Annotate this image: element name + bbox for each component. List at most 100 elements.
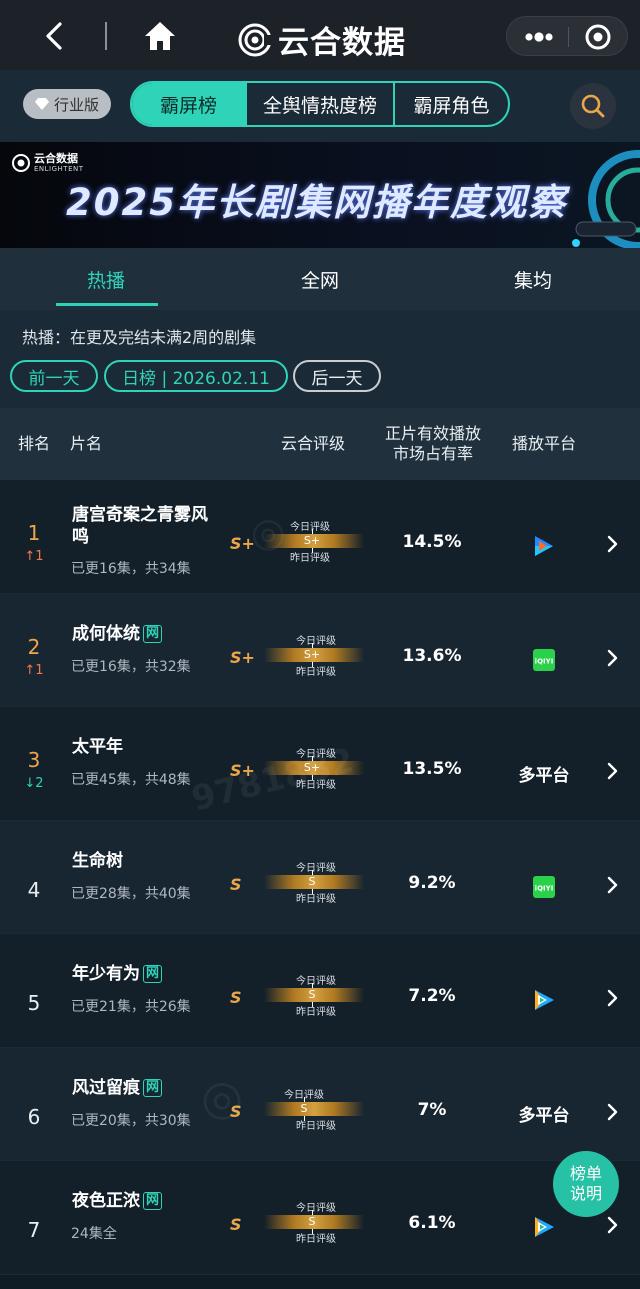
drama-title-text: 夜色正浓	[72, 1191, 140, 1211]
chevron-right-icon[interactable]	[604, 534, 620, 554]
rank-number: 2	[27, 634, 41, 659]
more-icon[interactable]	[515, 23, 563, 51]
drama-title: 风过留痕网	[72, 1077, 212, 1099]
chevron-right-icon[interactable]	[604, 1215, 620, 1235]
chevron-right-icon[interactable]	[604, 648, 620, 668]
ranking-list: 1 ↑1 唐宫奇案之青雾风鸣 已更16集，共34集 S+ 今日评级 S+ 昨日评级 14…	[0, 480, 640, 1275]
gauge-bar	[264, 1101, 364, 1116]
banner-ring-graphic	[572, 150, 640, 248]
rating-grade: S	[230, 988, 242, 1007]
rating-grade: S	[230, 1215, 242, 1234]
rank-number: 6	[27, 1104, 41, 1129]
capsule-divider	[568, 27, 569, 47]
chevron-right-icon[interactable]	[604, 761, 620, 781]
edition-badge[interactable]: 行业版	[23, 89, 111, 119]
svg-text:iQIYI: iQIYI	[535, 884, 554, 892]
platform-cell: iQIYI	[504, 872, 584, 902]
market-share: 14.5%	[402, 532, 462, 552]
annual-report-banner[interactable]: 云合数据 ENLIGHTENT 2025年长剧集网播年度观察	[0, 142, 640, 248]
web-drama-badge: 网	[143, 1078, 163, 1097]
next-day-button[interactable]: 后一天	[293, 360, 381, 392]
date-filter-section: 热播：在更及完结未满2周的剧集 前一天 日榜 | 2026.02.11 后一天	[0, 310, 640, 408]
drama-title-text: 唐宫奇案之青雾风鸣	[72, 505, 208, 547]
gauge-yesterday-label: 昨日评级	[296, 666, 336, 678]
rank-number: 5	[27, 991, 41, 1015]
header-platform: 播放平台	[512, 434, 577, 453]
web-drama-badge: 网	[143, 1192, 163, 1210]
home-icon[interactable]	[143, 20, 177, 52]
rating-gauge: 今日评级 S 昨日评级	[264, 1086, 364, 1132]
table-row[interactable]: 1 ↑1 唐宫奇案之青雾风鸣 已更16集，共34集 S+ 今日评级 S+ 昨日评级 14…	[0, 480, 640, 594]
table-row[interactable]: 4 生命树 已更28集，共40集 S 今日评级 S 昨日评级 9.2% iQIYI	[0, 820, 640, 934]
market-share: 13.6%	[402, 645, 462, 666]
episode-progress: 已更20集，共30集	[71, 1112, 191, 1129]
gauge-grade-letter: S	[300, 1101, 308, 1115]
rating-gauge: 今日评级 S+ 昨日评级	[264, 518, 364, 564]
chevron-right-icon[interactable]	[604, 1102, 620, 1122]
rank-number: 4	[27, 877, 41, 902]
rating-gauge: 今日评级 S 昨日评级	[264, 1199, 364, 1245]
drama-title-text: 生命树	[72, 850, 123, 871]
gauge-today-label: 今日评级	[290, 522, 330, 533]
market-share: 7.2%	[408, 986, 456, 1006]
table-row[interactable]: 3 ↓2 太平年 已更45集，共48集 S+ 今日评级 S+ 昨日评级 13.5% 多平台	[0, 707, 640, 821]
date-selector[interactable]: 日榜 | 2026.02.11	[104, 360, 288, 392]
gauge-today-label: 今日评级	[296, 976, 336, 987]
episode-progress: 已更21集，共26集	[71, 999, 191, 1015]
platform-cell	[504, 985, 584, 1015]
gauge-yesterday-label: 昨日评级	[290, 553, 330, 564]
rank-change: ↑1	[24, 549, 44, 564]
tab-all-network[interactable]: 全网	[260, 248, 380, 310]
table-row[interactable]: 5 年少有为网已更21集，共26集 S 今日评级 S 昨日评级 7.2%	[0, 934, 640, 1048]
gauge-grade-letter: S	[308, 988, 316, 1001]
rank-number: 7	[27, 1218, 41, 1242]
header-market-share: 正片有效播放 市场占有率	[385, 408, 481, 480]
ranking-explanation-button[interactable]: 榜单 说明	[553, 1151, 619, 1217]
brand-name: 云合数据	[278, 25, 406, 61]
search-icon	[581, 94, 605, 118]
rating-gauge: 今日评级 S+ 昨日评级	[264, 632, 364, 678]
nav-bar: 云合数据	[0, 0, 640, 70]
segment-public-opinion-ranking[interactable]: 全舆情热度榜	[247, 83, 395, 125]
chevron-right-icon[interactable]	[604, 988, 620, 1008]
table-row[interactable]: 6 风过留痕网已更20集，共30集 S 今日评级 S 昨日评级 7% 多平台	[0, 1047, 640, 1161]
platform-cell	[504, 1212, 584, 1242]
tab-active-indicator	[56, 303, 158, 306]
tab-hot[interactable]: 热播	[46, 248, 166, 310]
banner-logo-cn: 云合数据	[34, 152, 78, 165]
ranking-tabs: 热播 全网 集均	[0, 248, 640, 310]
iqiyi-icon: iQIYI	[533, 648, 555, 671]
table-row[interactable]: 2 ↑1 成何体统网已更16集，共32集 S+ 今日评级 S+ 昨日评级 13.6% i…	[0, 593, 640, 707]
gauge-today-label: 今日评级	[296, 749, 336, 760]
gauge-grade-letter: S+	[303, 534, 321, 547]
gauge-today-label: 今日评级	[296, 862, 336, 874]
segment-batch-screen-ranking[interactable]: 霸屏榜	[132, 83, 247, 125]
ranking-type-segmented-control: 霸屏榜 全舆情热度榜 霸屏角色	[130, 81, 510, 127]
segment-character-ranking[interactable]: 霸屏角色	[395, 83, 508, 125]
table-row[interactable]: 7 夜色正浓网 24集全 S 今日评级 S 昨日评级 6.1%	[0, 1161, 640, 1275]
gauge-grade-letter: S	[308, 1215, 316, 1228]
drama-title: 太平年	[72, 736, 212, 758]
platform-cell	[504, 531, 584, 561]
prev-day-button[interactable]: 前一天	[10, 360, 98, 392]
drama-title: 生命树	[72, 850, 212, 872]
rating-gauge: 今日评级 S+ 昨日评级	[264, 745, 364, 791]
close-mini-program-icon[interactable]	[583, 22, 613, 52]
platform-multi: 多平台	[518, 1106, 570, 1126]
episode-progress: 已更28集，共40集	[71, 885, 191, 902]
rank-change: ↑1	[24, 662, 44, 678]
header-market-share-line2: 市场占有率	[392, 444, 473, 463]
gauge-yesterday-label: 昨日评级	[296, 780, 336, 791]
brand: 云合数据	[238, 17, 406, 62]
chevron-right-icon[interactable]	[604, 875, 620, 895]
tab-per-episode[interactable]: 集均	[473, 248, 593, 310]
drama-title: 夜色正浓网	[72, 1190, 212, 1212]
rating-grade: S	[230, 1101, 242, 1121]
banner-logo-icon	[12, 154, 30, 172]
market-share: 13.5%	[402, 759, 462, 779]
back-icon[interactable]	[40, 20, 70, 52]
mini-program-capsule	[506, 16, 628, 56]
market-share: 6.1%	[408, 1213, 456, 1233]
search-button[interactable]	[570, 83, 616, 129]
gauge-grade-letter: S+	[303, 761, 321, 774]
